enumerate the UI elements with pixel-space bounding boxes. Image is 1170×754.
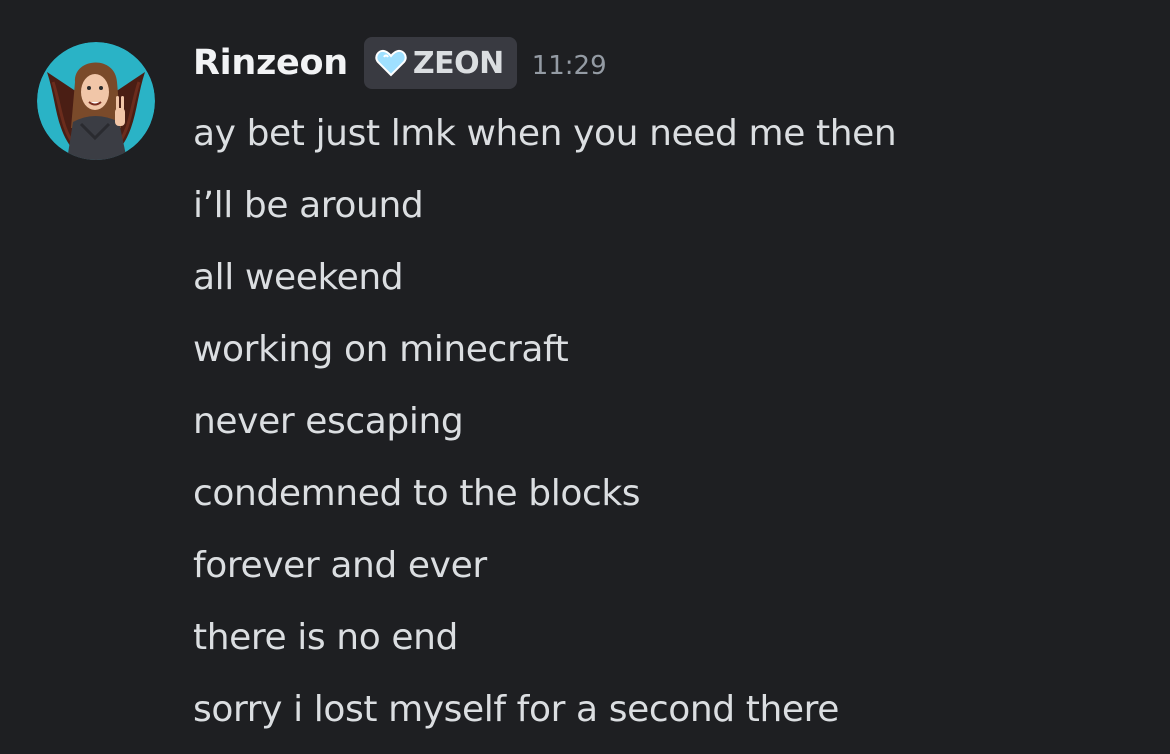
- avatar-image: [37, 42, 155, 160]
- message-line: all weekend: [193, 257, 404, 298]
- message-content: ay bet just lmk when you need me then i’…: [193, 98, 897, 746]
- message-line: never escaping: [193, 401, 464, 442]
- message-line: condemned to the blocks: [193, 473, 641, 514]
- heart-icon: [375, 49, 407, 77]
- message-line: ay bet just lmk when you need me then: [193, 113, 897, 154]
- message-header: Rinzeon ZEON 11:29: [193, 36, 607, 90]
- message-line: there is no end: [193, 617, 458, 658]
- timestamp[interactable]: 11:29: [532, 45, 607, 81]
- guild-tag-label: ZEON: [412, 45, 504, 81]
- author-name[interactable]: Rinzeon: [193, 43, 348, 83]
- guild-tag[interactable]: ZEON: [363, 37, 517, 89]
- avatar[interactable]: [37, 42, 155, 160]
- chat-message: Rinzeon ZEON 11:29 ay bet just lmk when …: [0, 0, 1170, 754]
- message-line: working on minecraft: [193, 329, 569, 370]
- message-line: i’ll be around: [193, 185, 424, 226]
- message-line: forever and ever: [193, 545, 487, 586]
- message-line: sorry i lost myself for a second there: [193, 689, 840, 730]
